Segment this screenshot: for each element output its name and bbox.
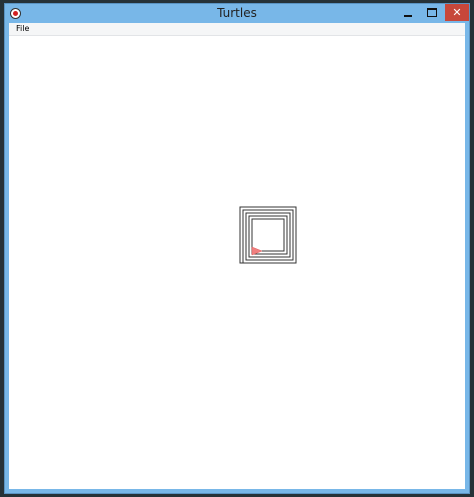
turtles-window: Turtles ✕ File bbox=[4, 3, 470, 494]
title-bar[interactable]: Turtles ✕ bbox=[5, 4, 469, 23]
minimize-button[interactable] bbox=[397, 4, 419, 21]
maximize-icon bbox=[427, 8, 437, 17]
drawing-surface bbox=[239, 206, 297, 264]
turtle-canvas[interactable] bbox=[9, 36, 465, 489]
close-button[interactable]: ✕ bbox=[445, 4, 469, 21]
minimize-icon bbox=[404, 14, 412, 17]
menu-bar: File bbox=[9, 23, 465, 36]
close-icon: ✕ bbox=[452, 6, 462, 19]
client-area: File bbox=[9, 23, 465, 489]
maximize-button[interactable] bbox=[421, 4, 443, 21]
spiral-trail bbox=[239, 206, 297, 264]
menu-file[interactable]: File bbox=[13, 23, 32, 35]
